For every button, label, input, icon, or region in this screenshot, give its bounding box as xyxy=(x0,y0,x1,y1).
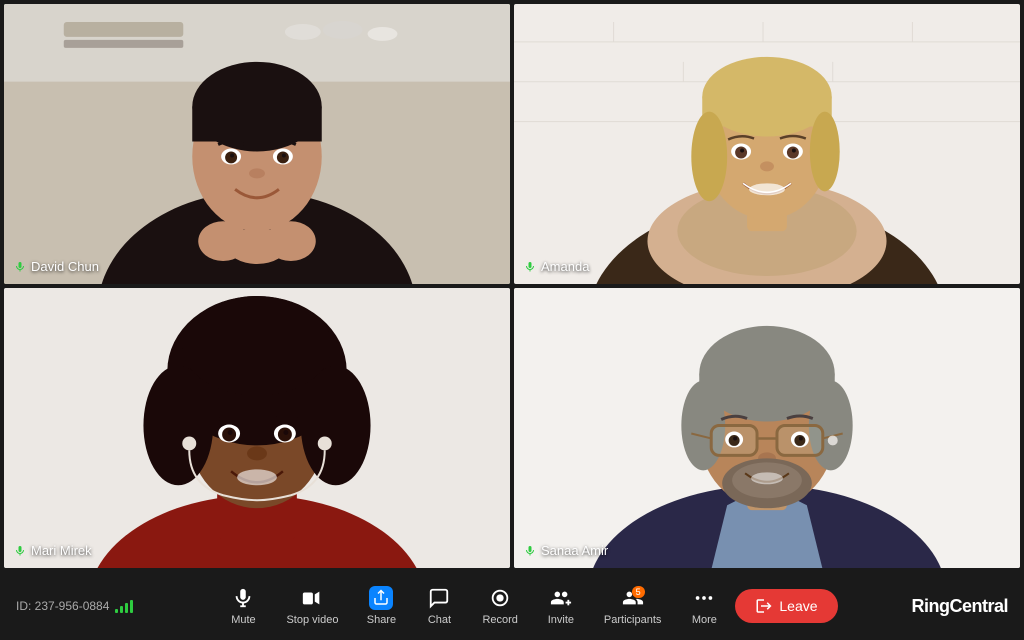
leave-label: Leave xyxy=(779,598,817,614)
video-tile-amanda: Amanda xyxy=(514,4,1020,284)
invite-button[interactable]: Invite xyxy=(534,580,588,632)
share-icon xyxy=(369,586,393,610)
video-tile-sanaa-amir: Sanaa Amir xyxy=(514,288,1020,568)
mute-button[interactable]: Mute xyxy=(216,580,270,632)
mic-icon-mari xyxy=(14,545,26,557)
video-tile-mari-mirek: Mari Mirek xyxy=(4,288,510,568)
record-icon xyxy=(488,586,512,610)
mic-icon-david xyxy=(14,261,26,273)
participant-name-david-chun: David Chun xyxy=(14,259,99,274)
more-icon xyxy=(692,586,716,610)
signal-bar-1 xyxy=(115,609,118,613)
participant-visual-mari xyxy=(4,288,510,568)
share-label: Share xyxy=(367,614,396,626)
participants-count-badge: 5 xyxy=(632,586,645,598)
record-button[interactable]: Record xyxy=(470,580,529,632)
chat-icon xyxy=(427,586,451,610)
participant-name-sanaa-amir: Sanaa Amir xyxy=(524,543,608,558)
ringcentral-logo: RingCentral xyxy=(878,596,1008,617)
mic-icon-amanda xyxy=(524,261,536,273)
mute-label: Mute xyxy=(231,614,255,626)
record-label: Record xyxy=(482,614,517,626)
video-grid: David Chun xyxy=(0,0,1024,572)
signal-bar-2 xyxy=(120,606,123,613)
participants-label: Participants xyxy=(604,614,661,626)
stop-video-label: Stop video xyxy=(286,614,338,626)
toolbar-center: Mute Stop video xyxy=(176,580,878,632)
meeting-id-section: ID: 237-956-0884 xyxy=(16,599,176,613)
stop-video-icon xyxy=(300,586,324,610)
share-button[interactable]: Share xyxy=(354,580,408,632)
more-button[interactable]: More xyxy=(677,580,731,632)
stop-video-button[interactable]: Stop video xyxy=(274,580,350,632)
invite-icon xyxy=(549,586,573,610)
more-label: More xyxy=(692,614,717,626)
participant-name-mari-mirek: Mari Mirek xyxy=(14,543,92,558)
participant-visual-sanaa xyxy=(514,288,1020,568)
participant-name-amanda: Amanda xyxy=(524,259,589,274)
signal-bar-3 xyxy=(125,603,128,613)
signal-indicator xyxy=(115,599,133,613)
participant-visual-david xyxy=(4,4,510,284)
video-tile-david-chun: David Chun xyxy=(4,4,510,284)
meeting-id-text: ID: 237-956-0884 xyxy=(16,599,109,613)
participant-visual-amanda xyxy=(514,4,1020,284)
mic-icon-sanaa xyxy=(524,545,536,557)
mute-icon xyxy=(231,586,255,610)
toolbar: ID: 237-956-0884 Mute xyxy=(0,572,1024,640)
signal-bar-4 xyxy=(130,600,133,613)
chat-button[interactable]: Chat xyxy=(412,580,466,632)
leave-icon xyxy=(755,597,773,615)
invite-label: Invite xyxy=(548,614,574,626)
leave-button[interactable]: Leave xyxy=(735,589,837,623)
participants-button[interactable]: 5 Participants xyxy=(592,580,673,632)
chat-label: Chat xyxy=(428,614,451,626)
participants-icon-wrap: 5 xyxy=(621,586,645,610)
